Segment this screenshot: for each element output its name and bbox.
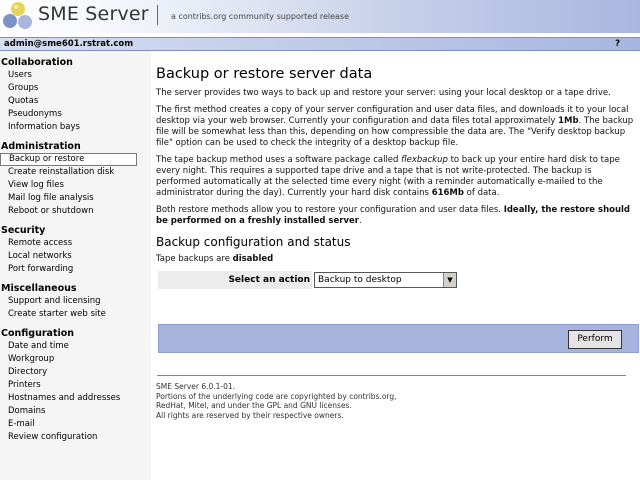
sidebar-section-title: Administration <box>1 141 81 152</box>
dropdown-arrow-icon[interactable]: ▼ <box>443 273 456 287</box>
brand-divider <box>157 5 158 25</box>
app-header: SME Server a contribs.org community supp… <box>0 0 640 33</box>
sidebar-item[interactable]: Printers <box>0 379 151 392</box>
sidebar-item[interactable]: Port forwarding <box>0 263 151 276</box>
intro-paragraph: The server provides two ways to back up … <box>156 88 611 98</box>
footer-copyright-3: All rights are reserved by their respect… <box>156 410 344 420</box>
sidebar-section-title: Security <box>1 225 46 236</box>
sidebar-item[interactable]: Mail log file analysis <box>0 192 151 205</box>
sidebar-item[interactable]: Users <box>0 69 151 82</box>
restore-paragraph: Both restore methods allow you to restor… <box>156 205 631 226</box>
page-title: Backup or restore server data <box>156 66 373 82</box>
current-user: admin@sme601.rstrat.com <box>4 39 134 49</box>
footer-copyright-1: Portions of the underlying code are copy… <box>156 391 397 401</box>
sidebar-item[interactable]: Create starter web site <box>0 308 151 321</box>
sme-logo-icon <box>3 2 32 29</box>
main-content: Backup or restore server data The server… <box>156 51 636 291</box>
sidebar-item[interactable]: Local networks <box>0 250 151 263</box>
desktop-method-paragraph: The first method creates a copy of your … <box>156 105 634 148</box>
perform-bar: Perform <box>158 324 639 353</box>
help-link[interactable]: ? <box>615 39 620 49</box>
sidebar-item[interactable]: Date and time <box>0 340 151 353</box>
sidebar-item[interactable]: Domains <box>0 405 151 418</box>
sidebar-section-title: Collaboration <box>1 57 73 68</box>
perform-button[interactable]: Perform <box>568 330 622 349</box>
sidebar-item[interactable]: Groups <box>0 82 151 95</box>
footer: SME Server 6.0.1-01. Portions of the und… <box>156 382 397 420</box>
action-row: Select an action Backup to desktop ▼ <box>156 271 636 291</box>
tape-status: Tape backups are disabled <box>156 254 274 264</box>
sidebar-item[interactable]: Pseudonyms <box>0 108 151 121</box>
sidebar-item[interactable]: E-mail <box>0 418 151 431</box>
footer-version: SME Server 6.0.1-01. <box>156 382 236 391</box>
sidebar-item[interactable]: Hostnames and addresses <box>0 392 151 405</box>
section-subtitle: Backup configuration and status <box>156 235 351 249</box>
sidebar-item[interactable]: Quotas <box>0 95 151 108</box>
action-select-value: Backup to desktop <box>318 275 402 285</box>
sidebar-section-title: Miscellaneous <box>1 283 77 294</box>
sidebar-nav: Collaboration Users Groups Quotas Pseudonyms… <box>0 51 151 480</box>
action-select[interactable]: Backup to desktop ▼ <box>314 272 457 288</box>
action-label: Select an action <box>158 271 312 289</box>
tape-method-paragraph: The tape backup method uses a software p… <box>156 155 620 198</box>
brand-title: SME Server <box>38 3 149 25</box>
sidebar-item[interactable]: Backup or restore <box>0 153 137 166</box>
user-bar: admin@sme601.rstrat.com ? <box>0 37 640 51</box>
sidebar-section-title: Configuration <box>1 328 75 339</box>
footer-copyright-2: RedHat, Mitel, and under the GPL and GNU… <box>156 401 352 410</box>
footer-divider <box>157 375 626 376</box>
sidebar-item[interactable]: Information bays <box>0 121 151 134</box>
sidebar-item[interactable]: Create reinstallation disk <box>0 166 151 179</box>
sidebar-item[interactable]: Reboot or shutdown <box>0 205 151 218</box>
sidebar-item[interactable]: View log files <box>0 179 151 192</box>
brand-tagline: a contribs.org community supported relea… <box>171 12 349 21</box>
sidebar-item[interactable]: Support and licensing <box>0 295 151 308</box>
sidebar-item[interactable]: Directory <box>0 366 151 379</box>
sidebar-item[interactable]: Review configuration <box>0 431 151 444</box>
sidebar-item[interactable]: Workgroup <box>0 353 151 366</box>
sidebar-item[interactable]: Remote access <box>0 237 151 250</box>
